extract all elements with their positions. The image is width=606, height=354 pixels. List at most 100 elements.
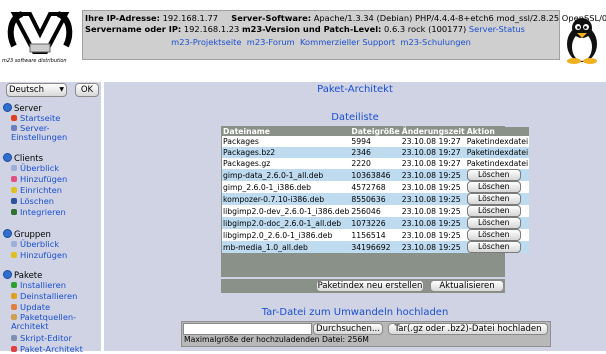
m23-logo[interactable]: m23 software distribution: [0, 6, 80, 64]
sidebar-item-uninstall[interactable]: Deinstallieren: [11, 292, 77, 301]
header-links: m23-Projektseite m23-Forum Kommerzieller…: [83, 37, 559, 47]
file-actions-bar: Paketindex neu erstellen Aktualisieren: [221, 279, 505, 293]
info-line-2: Servername oder IP: 192.168.1.23 m23-Ver…: [85, 24, 525, 34]
delete-button[interactable]: Löschen: [466, 229, 521, 241]
language-value: Deutsch: [9, 85, 44, 95]
column-header: Aktion: [465, 127, 530, 136]
max-size-note: Maximalgröße der hochzuladenden Datei: 2…: [184, 335, 369, 344]
sidebar-item-label: Überblick: [20, 239, 60, 249]
filelist-title: Dateiliste: [331, 112, 379, 123]
table-row: libgimp2.0-doc_2.6.0-1_all.deb 1073226 23.…: [222, 217, 530, 229]
upload-form: Durchsuchen... Tar(.gz oder .bz2)-Datei …: [181, 321, 551, 347]
server-status-link[interactable]: Server-Status: [469, 24, 525, 34]
uninstall-icon: [11, 293, 17, 299]
table-header-row: Dateiname Dateigröße Änderungszeit Aktio…: [222, 127, 530, 136]
sidebar-item-install[interactable]: Installieren: [11, 281, 66, 290]
file-size-cell: 4572768: [350, 181, 401, 193]
file-size-cell: 5994: [350, 136, 401, 147]
tux-penguin-icon: [567, 18, 597, 64]
sidebar-item-label: Einrichten: [20, 185, 62, 195]
index-file-label: Paketindexdatei: [466, 159, 529, 168]
browse-button[interactable]: Durchsuchen...: [313, 323, 383, 335]
server-settings-icon: [11, 125, 17, 131]
sidebar-item-clients-setup[interactable]: Einrichten: [11, 186, 62, 195]
table-row: gimp_2.6.0-1_i386.deb 4572768 23.10.08 19:…: [222, 181, 530, 193]
reindex-button[interactable]: Paketindex neu erstellen: [316, 280, 424, 292]
sidebar-item-groups-add[interactable]: Hinzufügen: [11, 251, 67, 260]
file-time-cell: 23.10.08 19:25: [400, 193, 466, 205]
file-name-cell: libgimp2.0-doc_2.6.0-1_all.deb: [222, 217, 351, 229]
table-row: gimp-data_2.6.0-1_all.deb 10363846 23.10.0…: [222, 169, 530, 181]
refresh-button[interactable]: Aktualisieren: [430, 280, 504, 292]
file-size-cell: 8550636: [350, 193, 401, 205]
file-path-input[interactable]: [183, 323, 312, 335]
file-action-cell: Löschen: [465, 217, 530, 229]
delete-button[interactable]: Löschen: [466, 193, 521, 205]
page-title: Paket-Architekt: [317, 84, 393, 95]
sidebar-item-package-architect[interactable]: Paket-Architekt: [11, 345, 83, 354]
commercial-support-link[interactable]: Kommerzieller Support: [300, 37, 395, 47]
file-action-cell: Paketindexdatei: [465, 158, 530, 169]
file-name-cell: kompozer-0.7.10-i386.deb: [222, 193, 351, 205]
chevron-down-icon: ▼: [59, 86, 64, 93]
file-size-cell: 2346: [350, 147, 401, 158]
table-row: libgimp2.0_2.6.0-1_i386.deb 1156514 23.10.…: [222, 229, 530, 241]
add-icon: [11, 176, 17, 182]
file-time-cell: 23.10.08 19:25: [400, 241, 466, 253]
table-row: mb-media_1.0_all.deb 34196692 23.10.08 19:…: [222, 241, 530, 253]
forum-link[interactable]: m23-Forum: [247, 37, 295, 47]
sidebar-item-clients-integrate[interactable]: Integrieren: [11, 208, 66, 217]
sidebar-item-source-architect[interactable]: Paketquellen-Architekt: [11, 313, 95, 331]
sidebar-item-startseite[interactable]: Startseite: [11, 114, 60, 123]
sidebar-item-label: Paket-Architekt: [20, 344, 83, 354]
delete-button[interactable]: Löschen: [466, 241, 521, 253]
project-page-link[interactable]: m23-Projektseite: [171, 37, 241, 47]
file-size-cell: 1073226: [350, 217, 401, 229]
sidebar-item-clients-delete[interactable]: Löschen: [11, 197, 54, 206]
sidebar-item-label: Startseite: [20, 113, 61, 123]
header: m23 software distribution Ihre IP-Adress…: [0, 0, 606, 78]
file-name-cell: libgimp2.0-dev_2.6.0-1_i386.deb: [222, 205, 351, 217]
file-name-cell: gimp-data_2.6.0-1_all.deb: [222, 169, 351, 181]
file-action-cell: Löschen: [465, 193, 530, 205]
sidebar-item-label: Löschen: [20, 196, 55, 206]
ip-value: 192.168.1.77: [162, 13, 219, 23]
version-label: m23-Version und Patch-Level:: [241, 24, 382, 34]
file-name-cell: Packages.gz: [222, 158, 351, 169]
sidebar-item-clients-add[interactable]: Hinzufügen: [11, 175, 67, 184]
m23-logo-icon: [7, 11, 73, 54]
sidebar-item-label: Server-Einstellungen: [11, 123, 68, 142]
sidebar-item-groups-overview[interactable]: Überblick: [11, 240, 59, 249]
delete-button[interactable]: Löschen: [466, 205, 521, 217]
training-link[interactable]: m23-Schulungen: [400, 37, 470, 47]
sidebar-item-label: Skript-Editor: [20, 333, 72, 343]
file-time-cell: 23.10.08 19:27: [400, 158, 466, 169]
file-action-cell: Paketindexdatei: [465, 147, 530, 158]
sidebar-item-update[interactable]: Update: [11, 303, 50, 312]
file-time-cell: 23.10.08 19:25: [400, 169, 466, 181]
file-action-cell: Löschen: [465, 229, 530, 241]
language-select[interactable]: Deutsch ▼: [6, 83, 67, 97]
sidebar-item-label: Hinzufügen: [20, 250, 68, 260]
delete-button[interactable]: Löschen: [466, 169, 521, 181]
file-name-cell: Packages.bz2: [222, 147, 351, 158]
delete-button[interactable]: Löschen: [466, 181, 521, 193]
upload-button[interactable]: Tar(.gz oder .bz2)-Datei hochladen: [388, 323, 548, 335]
integrate-icon: [11, 209, 17, 215]
file-name-cell: libgimp2.0_2.6.0-1_i386.deb: [222, 229, 351, 241]
sidebar-item-clients-overview[interactable]: Überblick: [11, 164, 59, 173]
package-icon: [11, 346, 17, 352]
info-line-1: Ihre IP-Adresse: 192.168.1.77 Server-Sof…: [85, 13, 606, 23]
section-bullet-icon: [3, 103, 12, 112]
file-action-cell: Löschen: [465, 181, 530, 193]
setup-icon: [11, 187, 17, 193]
ok-button[interactable]: OK: [75, 83, 99, 97]
table-row: kompozer-0.7.10-i386.deb 8550636 23.10.08 …: [222, 193, 530, 205]
file-action-cell: Löschen: [465, 205, 530, 217]
sidebar-item-script-editor[interactable]: Skript-Editor: [11, 334, 72, 343]
sidebar-item-label: Hinzufügen: [20, 174, 68, 184]
sidebar-item-label: Integrieren: [20, 207, 66, 217]
source-icon: [11, 314, 17, 320]
delete-button[interactable]: Löschen: [466, 217, 521, 229]
sidebar-item-server-settings[interactable]: Server-Einstellungen: [11, 124, 95, 142]
